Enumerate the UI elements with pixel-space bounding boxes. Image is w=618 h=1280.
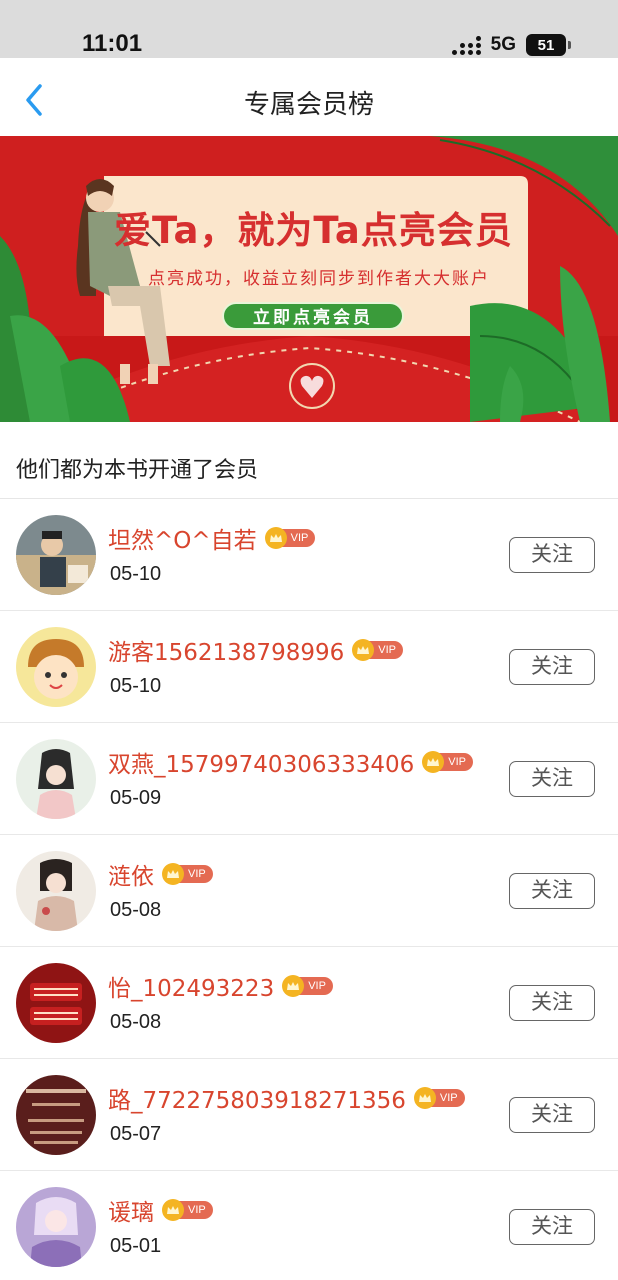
name-line: 涟依 VIP <box>108 857 213 891</box>
avatar[interactable] <box>16 515 96 595</box>
member-name[interactable]: 怡_102493223 <box>108 969 274 1003</box>
member-row: 游客1562138798996 VIP 05-10 关注 <box>0 611 618 723</box>
crown-icon <box>162 863 184 885</box>
name-line: 谖璃 VIP <box>108 1193 213 1227</box>
vip-badge: VIP <box>264 527 316 549</box>
avatar[interactable] <box>16 627 96 707</box>
name-line: 路_772275803918271356 VIP <box>108 1081 465 1115</box>
member-list: 坦然^O^自若 VIP 05-10 关注 游客1562138798996 VIP… <box>0 499 618 1280</box>
crown-icon <box>162 1199 184 1221</box>
member-name[interactable]: 坦然^O^自若 <box>108 521 257 555</box>
name-line: 坦然^O^自若 VIP <box>108 521 316 555</box>
vip-badge: VIP <box>282 975 333 997</box>
battery-icon: 51 <box>526 34 571 56</box>
vip-badge: VIP <box>422 751 474 773</box>
member-name[interactable]: 双燕_15799740306333406 <box>108 745 414 779</box>
member-date: 05-08 <box>110 899 162 921</box>
member-row: 路_772275803918271356 VIP 05-07 关注 <box>0 1059 618 1171</box>
crown-icon <box>413 1087 436 1109</box>
battery-level: 51 <box>537 36 555 54</box>
signal-icon <box>451 35 481 55</box>
follow-button[interactable]: 关注 <box>509 985 595 1021</box>
crown-icon <box>264 527 287 549</box>
member-name[interactable]: 路_772275803918271356 <box>108 1081 406 1115</box>
follow-button[interactable]: 关注 <box>509 873 595 909</box>
status-time: 11:01 <box>82 30 143 57</box>
follow-button[interactable]: 关注 <box>509 1209 595 1245</box>
member-date: 05-01 <box>110 1235 162 1257</box>
member-date: 05-09 <box>110 787 162 809</box>
member-name[interactable]: 涟依 <box>108 857 154 891</box>
banner-title: 爱Ta，就为Ta点亮会员 <box>114 209 513 252</box>
member-name[interactable]: 谖璃 <box>108 1193 154 1227</box>
page-title: 专属会员榜 <box>243 90 374 120</box>
light-up-member-button[interactable]: 立即点亮会员 <box>222 302 404 330</box>
member-date: 05-10 <box>110 675 162 697</box>
status-indicators: 5G 51 <box>451 34 571 56</box>
vip-badge: VIP <box>162 863 213 885</box>
nav-bar: 专属会员榜 <box>0 58 618 136</box>
member-date: 05-07 <box>110 1123 162 1145</box>
follow-button[interactable]: 关注 <box>509 1097 595 1133</box>
member-date: 05-10 <box>110 563 162 585</box>
member-row: 怡_102493223 VIP 05-08 关注 <box>0 947 618 1059</box>
avatar[interactable] <box>16 1075 96 1155</box>
network-label: 5G <box>490 34 516 55</box>
avatar[interactable] <box>16 739 96 819</box>
member-row: 坦然^O^自若 VIP 05-10 关注 <box>0 499 618 611</box>
section-title: 他们都为本书开通了会员 <box>16 458 259 483</box>
member-name[interactable]: 游客1562138798996 <box>108 633 344 667</box>
name-line: 怡_102493223 VIP <box>108 969 333 1003</box>
member-row: 谖璃 VIP 05-01 关注 <box>0 1171 618 1280</box>
member-date: 05-08 <box>110 1011 162 1033</box>
name-line: 游客1562138798996 VIP <box>108 633 403 667</box>
avatar[interactable] <box>16 1187 96 1267</box>
vip-badge: VIP <box>162 1199 213 1221</box>
name-line: 双燕_15799740306333406 VIP <box>108 745 474 779</box>
member-row: 双燕_15799740306333406 VIP 05-09 关注 <box>0 723 618 835</box>
avatar[interactable] <box>16 963 96 1043</box>
follow-button[interactable]: 关注 <box>509 649 595 685</box>
follow-button[interactable]: 关注 <box>509 537 595 573</box>
promo-banner[interactable]: 爱Ta，就为Ta点亮会员 点亮成功，收益立刻同步到作者大大账户 立即点亮会员 <box>0 136 618 422</box>
member-row: 涟依 VIP 05-08 关注 <box>0 835 618 947</box>
banner-subtitle: 点亮成功，收益立刻同步到作者大大账户 <box>148 269 490 289</box>
vip-badge: VIP <box>413 1087 465 1109</box>
follow-button[interactable]: 关注 <box>509 761 595 797</box>
avatar[interactable] <box>16 851 96 931</box>
status-bar: 11:01 5G 51 <box>0 0 618 58</box>
vip-badge: VIP <box>352 639 403 661</box>
